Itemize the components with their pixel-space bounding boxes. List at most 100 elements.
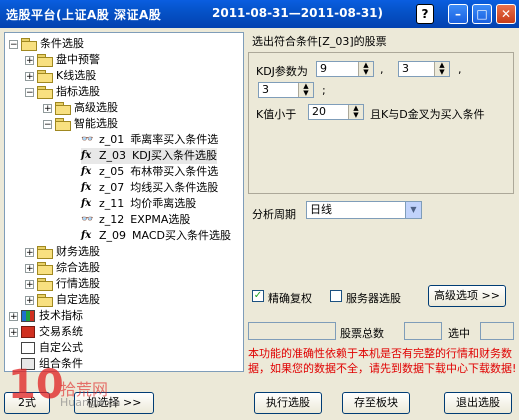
spin-arrows-icon[interactable]: ▲ ▼	[348, 105, 363, 119]
param3-field[interactable]: 3 ▲ ▼	[258, 82, 314, 98]
tree-node-z11[interactable]: fx z_11 均价乖离选股	[81, 196, 196, 212]
expand-icon[interactable]: +	[25, 279, 34, 289]
tree-node-z07[interactable]: fx z_07 均线买入条件选股	[81, 180, 218, 196]
function-icon: fx	[81, 166, 92, 177]
expand-icon[interactable]: +	[43, 103, 52, 113]
tree-node-label: 布林带买入条件选	[130, 165, 219, 178]
close-icon: ✕	[500, 7, 512, 21]
formula-code: z_05	[99, 165, 125, 178]
comma-separator: ,	[380, 63, 384, 76]
advanced-options-button[interactable]: 高级选项 >>	[428, 285, 506, 307]
tree-node-quote[interactable]: + 行情选股	[25, 276, 100, 292]
title-bar: 选股平台(上证A股 深证A股 2011-08-31—2011-08-31) ? …	[0, 0, 519, 28]
selected-value-field	[480, 322, 514, 340]
function-icon: fx	[81, 182, 92, 193]
tree-node-z01[interactable]: 👓 z_01 乖离率买入条件选	[81, 132, 218, 148]
collapse-icon[interactable]: −	[43, 119, 52, 129]
k-value-field[interactable]: 20 ▲ ▼	[308, 104, 364, 120]
folder-icon	[37, 54, 53, 67]
save-to-block-button[interactable]: 存至板块	[342, 392, 410, 414]
help-button[interactable]: ?	[416, 4, 434, 24]
tree-node-advanced[interactable]: + 高级选股	[43, 100, 118, 116]
tree-node-custom[interactable]: + 自定选股	[25, 292, 100, 308]
expand-icon[interactable]: +	[25, 263, 34, 273]
period-select[interactable]: 日线 ▼	[306, 201, 422, 219]
period-value: 日线	[310, 203, 332, 216]
tree-node-label: KDJ买入条件选股	[132, 149, 217, 162]
param2-value: 3	[402, 62, 409, 75]
tree-node-trade[interactable]: + 交易系统	[9, 324, 83, 340]
precise-adjust-checkbox[interactable]: ✓	[252, 290, 264, 302]
tree-node-finance[interactable]: + 财务选股	[25, 244, 100, 260]
tree-node-tech[interactable]: + 技术指标	[9, 308, 83, 324]
folder-icon	[37, 262, 53, 275]
condition-header: 选出符合条件[Z_03]的股票	[252, 35, 387, 48]
tree-node-z09[interactable]: fx Z_09 MACD买入条件选股	[81, 228, 231, 244]
tree-node-z12[interactable]: 👓 z_12 EXPMA选股	[81, 212, 190, 228]
tree-node-label: MACD买入条件选股	[132, 229, 232, 242]
chart-icon	[21, 310, 35, 322]
function-icon: fx	[81, 198, 92, 209]
expand-icon[interactable]: +	[25, 71, 34, 81]
tree-node-alert[interactable]: + 盘中预警	[25, 52, 100, 68]
tree-node-label: 交易系统	[39, 325, 83, 338]
spin-arrows-icon[interactable]: ▲ ▼	[434, 62, 449, 76]
spin-arrows-icon[interactable]: ▲ ▼	[298, 83, 313, 97]
param1-field[interactable]: 9 ▲ ▼	[316, 61, 374, 77]
tree-node-z05[interactable]: fx z_05 布林带买入条件选	[81, 164, 218, 180]
watermark-site: Huangw.cn	[60, 396, 121, 409]
total-value-field	[404, 322, 442, 340]
close-button[interactable]: ✕	[496, 4, 516, 24]
tree-node-label: 行情选股	[56, 277, 100, 290]
expand-icon[interactable]: +	[9, 327, 18, 337]
binoculars-icon: 👓	[81, 214, 94, 225]
param2-field[interactable]: 3 ▲ ▼	[398, 61, 450, 77]
watermark-logo: 10 拾荒网 Huangw.cn	[0, 362, 150, 420]
formula-icon	[21, 342, 35, 354]
collapse-icon[interactable]: −	[25, 87, 34, 97]
tree-node-kline[interactable]: + K线选股	[25, 68, 96, 84]
exit-button[interactable]: 退出选股	[444, 392, 512, 414]
tree-node-label: 指标选股	[56, 85, 100, 98]
formula-code: Z_03	[99, 149, 127, 162]
folder-icon	[37, 294, 53, 307]
total-count-label: 股票总数	[340, 327, 384, 340]
tree-node-z03[interactable]: fx Z_03 KDJ买入条件选股	[81, 148, 217, 164]
expand-icon[interactable]: +	[9, 311, 18, 321]
expand-icon[interactable]: +	[25, 247, 34, 257]
tree-node-label: 自定公式	[39, 341, 83, 354]
folder-icon	[55, 118, 71, 131]
tree-node-label: K线选股	[56, 69, 97, 82]
maximize-button[interactable]: □	[472, 4, 492, 24]
stock-selection-window: 选股平台(上证A股 深证A股 2011-08-31—2011-08-31) ? …	[0, 0, 519, 420]
semicolon-separator: ;	[322, 84, 326, 97]
expand-icon[interactable]: +	[25, 295, 34, 305]
selection-tree[interactable]: − 条件选股 + 盘中预警 + K线选股 − 指标选股 + 高级选股 − 智能选…	[4, 32, 244, 372]
tree-node-label: 财务选股	[56, 245, 100, 258]
binoculars-icon: 👓	[81, 134, 94, 145]
param3-value: 3	[262, 83, 269, 96]
selected-count-label: 选中	[448, 327, 470, 340]
minimize-button[interactable]: –	[448, 4, 468, 24]
param1-value: 9	[320, 62, 327, 75]
server-select-label: 服务器选股	[346, 292, 401, 305]
tree-node-indicator[interactable]: − 指标选股	[25, 84, 100, 100]
expand-icon[interactable]: +	[25, 55, 34, 65]
tree-node-root[interactable]: − 条件选股	[9, 36, 84, 52]
execute-button[interactable]: 执行选股	[254, 392, 322, 414]
tree-node-label: 均线买入条件选股	[130, 181, 219, 194]
tree-node-label: EXPMA选股	[130, 213, 191, 226]
function-icon: fx	[81, 150, 92, 161]
tree-node-formula[interactable]: 自定公式	[21, 340, 83, 356]
maximize-icon: □	[476, 7, 488, 21]
tree-node-composite[interactable]: + 综合选股	[25, 260, 100, 276]
tree-node-smart[interactable]: − 智能选股	[43, 116, 118, 132]
collapse-icon[interactable]: −	[9, 39, 18, 49]
server-select-checkbox[interactable]	[330, 290, 342, 302]
tree-node-label: 技术指标	[39, 309, 83, 322]
chevron-down-icon[interactable]: ▼	[405, 202, 421, 218]
tree-node-label: 高级选股	[74, 101, 118, 114]
formula-code: z_12	[99, 213, 125, 226]
formula-code: Z_09	[99, 229, 127, 242]
spin-arrows-icon[interactable]: ▲ ▼	[358, 62, 373, 76]
